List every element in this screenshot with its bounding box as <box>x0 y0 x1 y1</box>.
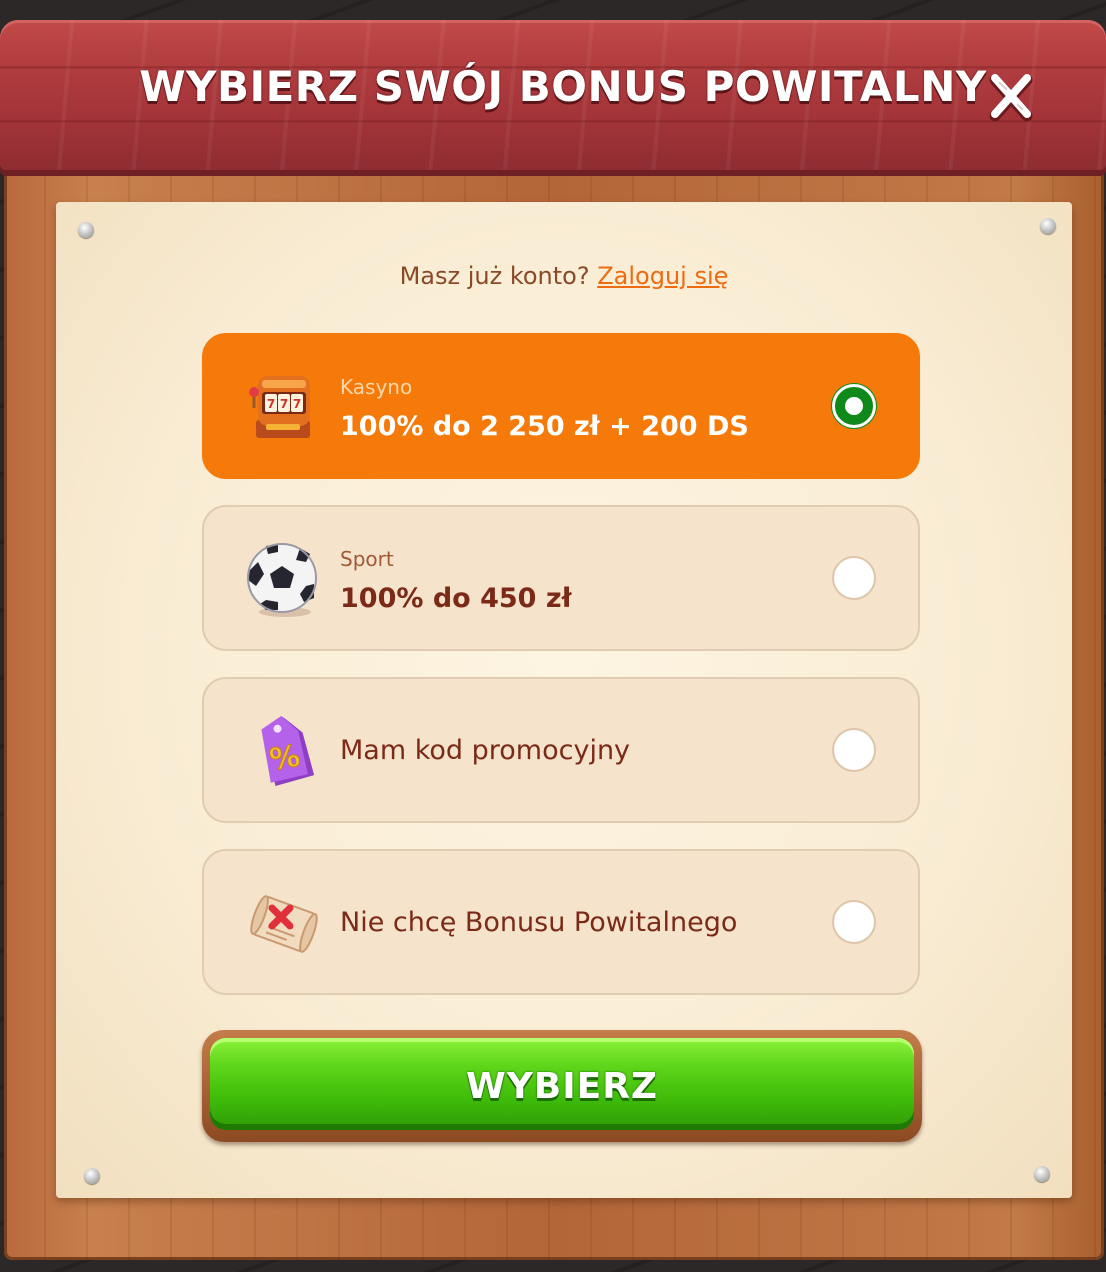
submit-button[interactable]: WYBIERZ <box>210 1038 914 1130</box>
login-prompt: Masz już konto? Zaloguj się <box>56 262 1072 290</box>
svg-text:%: % <box>267 739 303 779</box>
radio-sport[interactable] <box>832 556 876 600</box>
submit-button-label: WYBIERZ <box>465 1066 659 1107</box>
close-button[interactable] <box>985 70 1037 122</box>
option-promo-code[interactable]: % Mam kod promocyjny <box>202 677 920 823</box>
option-bonus-text: 100% do 450 zł <box>340 583 572 614</box>
pin-icon <box>84 1168 100 1184</box>
percent-tag-icon: % <box>244 712 324 792</box>
option-casino[interactable]: 7 7 7 Kasyno 100% do 2 250 zł + 200 DS <box>202 333 920 479</box>
radio-casino[interactable] <box>832 384 876 428</box>
svg-text:7: 7 <box>267 397 275 411</box>
option-no-bonus[interactable]: Nie chcę Bonusu Powitalnego <box>202 849 920 995</box>
option-sport[interactable]: Sport 100% do 450 zł <box>202 505 920 651</box>
pin-icon <box>78 222 94 238</box>
option-category-label: Sport <box>340 547 394 571</box>
option-label: Nie chcę Bonusu Powitalnego <box>340 907 738 938</box>
submit-button-frame: WYBIERZ <box>202 1030 922 1142</box>
option-label: Mam kod promocyjny <box>340 735 631 766</box>
scroll-cross-icon <box>244 884 324 964</box>
radio-promo-code[interactable] <box>832 728 876 772</box>
option-bonus-text: 100% do 2 250 zł + 200 DS <box>340 411 749 442</box>
pin-icon <box>1040 218 1056 234</box>
close-x-icon <box>989 74 1033 122</box>
dialog-title: WYBIERZ SWÓJ BONUS POWITALNY <box>139 62 987 111</box>
login-link[interactable]: Zaloguj się <box>597 262 728 290</box>
login-prompt-text: Masz już konto? <box>399 262 590 290</box>
radio-no-bonus[interactable] <box>832 900 876 944</box>
pin-icon <box>1034 1166 1050 1182</box>
soccer-ball-icon <box>244 540 324 620</box>
svg-text:7: 7 <box>293 397 301 411</box>
option-category-label: Kasyno <box>340 375 413 399</box>
slot-machine-icon: 7 7 7 <box>244 368 324 448</box>
svg-text:7: 7 <box>280 397 288 411</box>
